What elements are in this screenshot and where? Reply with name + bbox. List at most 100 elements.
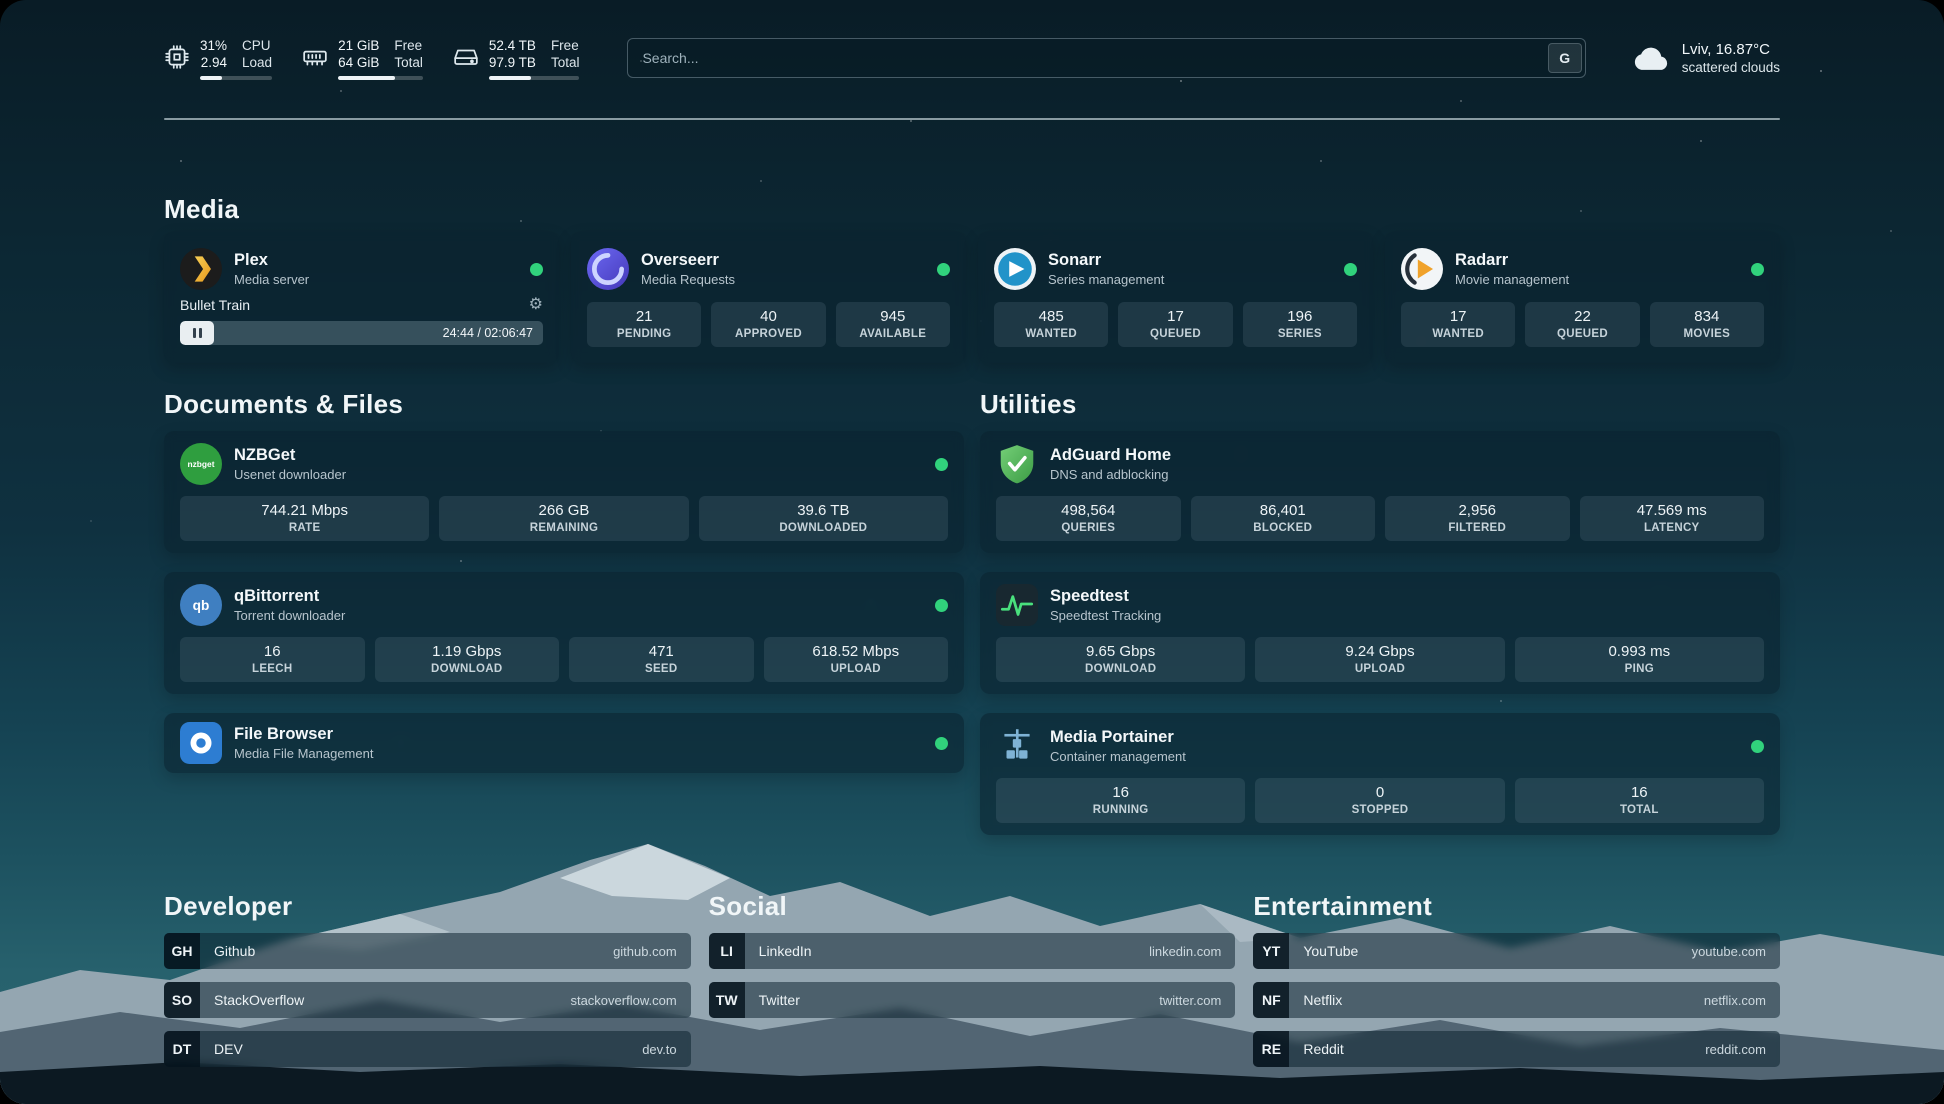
plex-icon [180, 248, 222, 290]
app-card-sonarr[interactable]: Sonarr Series management 485 WANTED 17 Q… [978, 232, 1373, 363]
sonarr-stat-wanted: 485 WANTED [994, 302, 1108, 347]
section-media: Media Plex Medi [164, 194, 1780, 363]
nzbget-stat-remaining: 266 GB REMAINING [439, 496, 688, 541]
search-input[interactable] [628, 50, 1544, 66]
app-card-portainer[interactable]: Media Portainer Container management 16 … [980, 713, 1780, 835]
weather-widget: Lviv, 16.87°C scattered clouds [1632, 40, 1780, 76]
bookmark-netflix[interactable]: NF Netflix netflix.com [1253, 982, 1780, 1018]
plex-player-bar[interactable]: 24:44 / 02:06:47 [180, 321, 543, 345]
radarr-stats: 17 WANTED 22 QUEUED 834 MOVIES [1401, 302, 1764, 347]
app-card-overseerr[interactable]: Overseerr Media Requests 21 PENDING 40 A… [571, 232, 966, 363]
app-card-radarr[interactable]: Radarr Movie management 17 WANTED 22 QUE… [1385, 232, 1780, 363]
documents-column: Documents & Files nzbget NZBGet Usenet d [164, 389, 964, 773]
adguard-stat-queries: 498,564 QUERIES [996, 496, 1181, 541]
bookmark-youtube[interactable]: YT YouTube youtube.com [1253, 933, 1780, 969]
utilities-column: Utilities AdGuard Home [980, 389, 1780, 835]
filebrowser-status-dot [935, 737, 948, 750]
cloud-icon [1632, 45, 1670, 72]
section-two-columns: Documents & Files nzbget NZBGet Usenet d [164, 389, 1780, 835]
bookmark-twitter[interactable]: TW Twitter twitter.com [709, 982, 1236, 1018]
cpu-label-1: CPU [242, 37, 272, 54]
adguard-stat-latency: 47.569 ms LATENCY [1580, 496, 1765, 541]
overseerr-name: Overseerr [641, 250, 735, 270]
plex-now-playing-title: Bullet Train [180, 296, 250, 314]
qbittorrent-name: qBittorrent [234, 586, 345, 606]
ram-subvalue: 64 GiB [338, 54, 379, 71]
topbar: 31% 2.94 CPU Load [164, 34, 1780, 82]
speedtest-stat-download: 9.65 Gbps DOWNLOAD [996, 637, 1245, 682]
svg-text:qb: qb [193, 598, 210, 613]
overseerr-stats: 21 PENDING 40 APPROVED 945 AVAILABLE [587, 302, 950, 347]
app-card-nzbget[interactable]: nzbget NZBGet Usenet downloader 744.21 M… [164, 431, 964, 553]
speedtest-desc: Speedtest Tracking [1050, 608, 1161, 624]
ram-value: 21 GiB [338, 37, 379, 54]
radarr-name: Radarr [1455, 250, 1569, 270]
speedtest-stat-ping: 0.993 ms PING [1515, 637, 1764, 682]
overseerr-status-dot [937, 263, 950, 276]
netflix-abbr-icon: NF [1253, 982, 1289, 1018]
disk-label-2: Total [551, 54, 580, 71]
sonarr-stat-queued: 17 QUEUED [1118, 302, 1232, 347]
radarr-status-dot [1751, 263, 1764, 276]
weather-location: Lviv, 16.87°C [1682, 40, 1780, 59]
disk-icon [453, 44, 479, 70]
ram-progressbar [338, 76, 423, 80]
stackoverflow-abbr-icon: SO [164, 982, 200, 1018]
adguard-desc: DNS and adblocking [1050, 467, 1171, 483]
app-card-speedtest[interactable]: Speedtest Speedtest Tracking 9.65 Gbps D… [980, 572, 1780, 694]
portainer-stat-total: 16 TOTAL [1515, 778, 1764, 823]
speedtest-stats: 9.65 Gbps DOWNLOAD 9.24 Gbps UPLOAD 0.99… [996, 637, 1764, 682]
plex-desc: Media server [234, 272, 309, 288]
radarr-stat-wanted: 17 WANTED [1401, 302, 1515, 347]
bookmarks-social: Social LI LinkedIn linkedin.com TW Twitt… [709, 891, 1236, 1018]
topbar-divider [164, 118, 1780, 120]
sonarr-icon [994, 248, 1036, 290]
radarr-stat-movies: 834 MOVIES [1650, 302, 1764, 347]
app-card-qbittorrent[interactable]: qb qBittorrent Torrent downloader 16 LEE… [164, 572, 964, 694]
qbittorrent-stat-upload: 618.52 Mbps UPLOAD [764, 637, 949, 682]
overseerr-icon [587, 248, 629, 290]
overseerr-stat-pending: 21 PENDING [587, 302, 701, 347]
radarr-desc: Movie management [1455, 272, 1569, 288]
bookmark-linkedin[interactable]: LI LinkedIn linkedin.com [709, 933, 1236, 969]
youtube-abbr-icon: YT [1253, 933, 1289, 969]
ram-label-1: Free [394, 37, 423, 54]
ram-label-2: Total [394, 54, 423, 71]
portainer-stat-running: 16 RUNNING [996, 778, 1245, 823]
disk-widget: 52.4 TB 97.9 TB Free Total [453, 37, 580, 80]
portainer-icon [996, 725, 1038, 767]
disk-progress-fill [489, 76, 531, 80]
radarr-stat-queued: 22 QUEUED [1525, 302, 1639, 347]
qbittorrent-desc: Torrent downloader [234, 608, 345, 624]
bookmark-dev[interactable]: DT DEV dev.to [164, 1031, 691, 1067]
svg-text:nzbget: nzbget [188, 459, 215, 469]
bookmarks-developer: Developer GH Github github.com SO StackO… [164, 891, 691, 1067]
app-card-adguard[interactable]: AdGuard Home DNS and adblocking 498,564 … [980, 431, 1780, 553]
qbittorrent-stat-seed: 471 SEED [569, 637, 754, 682]
bookmark-stackoverflow[interactable]: SO StackOverflow stackoverflow.com [164, 982, 691, 1018]
adguard-icon [996, 443, 1038, 485]
section-title-utilities: Utilities [980, 389, 1780, 419]
overseerr-stat-available: 945 AVAILABLE [836, 302, 950, 347]
cpu-subvalue: 2.94 [201, 54, 227, 71]
dev-abbr-icon: DT [164, 1031, 200, 1067]
qbittorrent-icon: qb [180, 584, 222, 626]
bookmark-github[interactable]: GH Github github.com [164, 933, 691, 969]
gear-icon[interactable]: ⚙ [529, 297, 543, 313]
app-card-filebrowser[interactable]: File Browser Media File Management [164, 713, 964, 773]
bookmark-reddit[interactable]: RE Reddit reddit.com [1253, 1031, 1780, 1067]
search-engine-button[interactable]: G [1548, 43, 1582, 73]
app-card-plex[interactable]: Plex Media server Bullet Train ⚙ 24:44 /… [164, 232, 559, 363]
nzbget-stats: 744.21 Mbps RATE 266 GB REMAINING 39.6 T… [180, 496, 948, 541]
nzbget-desc: Usenet downloader [234, 467, 346, 483]
ram-progress-fill [338, 76, 395, 80]
cpu-widget: 31% 2.94 CPU Load [164, 37, 272, 80]
qbittorrent-stat-leech: 16 LEECH [180, 637, 365, 682]
overseerr-desc: Media Requests [641, 272, 735, 288]
portainer-desc: Container management [1050, 749, 1186, 765]
qbittorrent-status-dot [935, 599, 948, 612]
nzbget-icon: nzbget [180, 443, 222, 485]
sonarr-status-dot [1344, 263, 1357, 276]
pause-button[interactable] [180, 321, 214, 345]
radarr-icon [1401, 248, 1443, 290]
